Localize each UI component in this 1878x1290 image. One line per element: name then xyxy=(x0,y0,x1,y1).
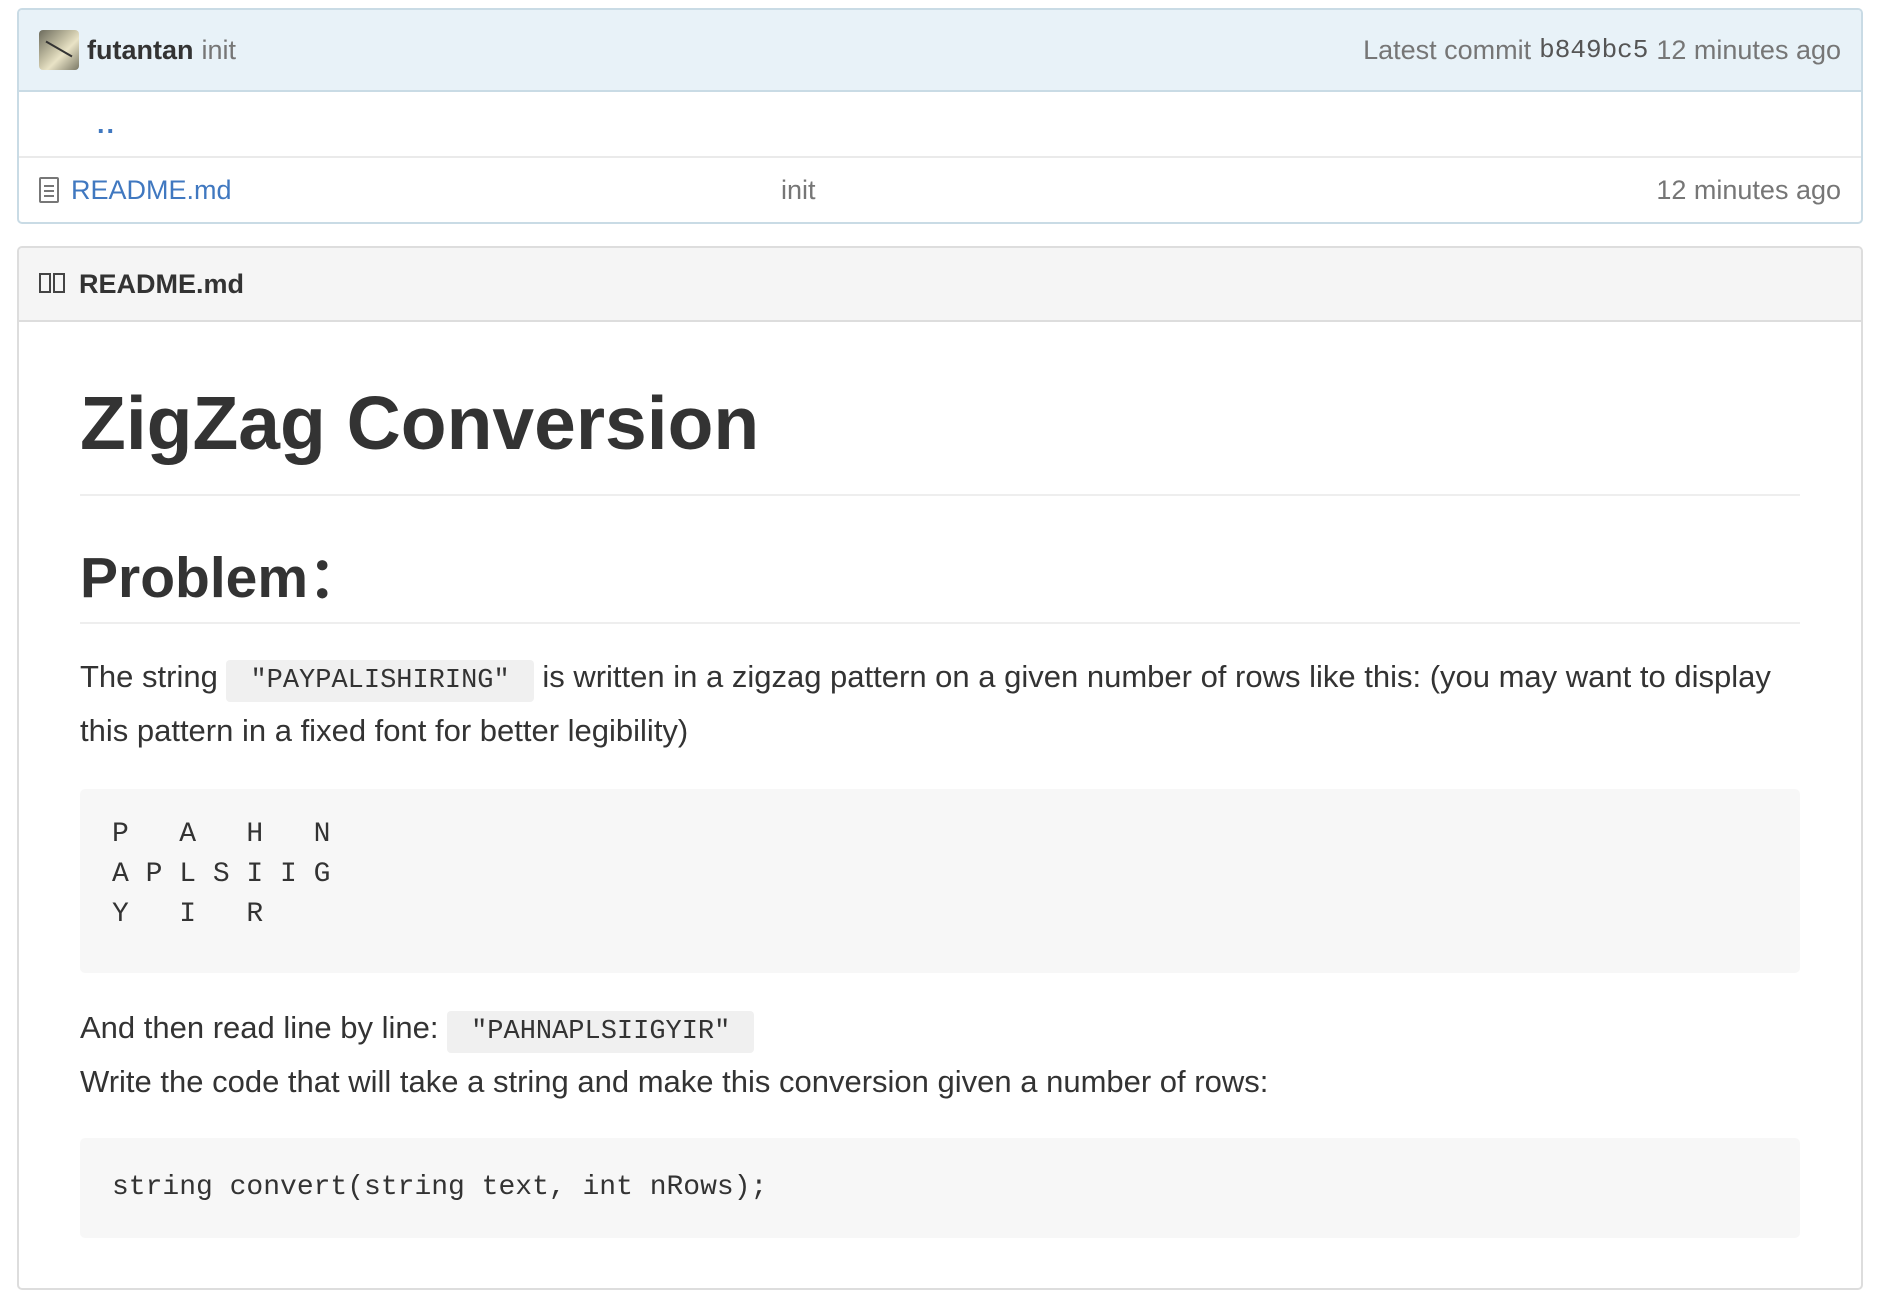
read-text-before: And then read line by line: xyxy=(80,1010,448,1045)
intro-paragraph: The string "PAYPALISHIRING" is written i… xyxy=(80,652,1800,755)
file-icon xyxy=(39,177,59,203)
problem-heading: Problem： xyxy=(80,496,1800,624)
inline-code-input: "PAYPALISHIRING" xyxy=(226,660,534,702)
readme-title: ZigZag Conversion xyxy=(80,322,1800,496)
commit-sha-link[interactable]: b849bc5 xyxy=(1539,35,1648,65)
readme-filename: README.md xyxy=(79,268,245,299)
function-signature-code-block: string convert(string text, int nRows); xyxy=(80,1138,1800,1238)
intro-text-before: The string xyxy=(80,659,227,694)
write-code-paragraph: Write the code that will take a string a… xyxy=(80,1064,1269,1099)
parent-directory-link[interactable]: .. xyxy=(97,109,116,140)
zigzag-pattern-code-block: P A H N A P L S I I G Y I R xyxy=(80,789,1800,973)
readme-header: README.md xyxy=(19,248,1861,322)
read-line-paragraph: And then read line by line: "PAHNAPLSIIG… xyxy=(80,1003,1800,1057)
book-icon xyxy=(39,273,67,295)
file-name-link[interactable]: README.md xyxy=(71,175,781,206)
commit-author-link[interactable]: futantan xyxy=(87,35,193,66)
readme-panel: README.md ZigZag Conversion Problem： The… xyxy=(17,246,1863,1290)
file-commit-message-link[interactable]: init xyxy=(781,175,816,206)
latest-commit-label: Latest commit xyxy=(1363,34,1532,65)
parent-directory-row: .. xyxy=(19,92,1861,158)
readme-content: ZigZag Conversion Problem： The string "P… xyxy=(19,322,1861,1238)
file-listing: futantan init Latest commit b849bc5 12 m… xyxy=(17,8,1863,224)
latest-commit-bar: futantan init Latest commit b849bc5 12 m… xyxy=(19,10,1861,92)
file-row: README.md init 12 minutes ago xyxy=(19,158,1861,222)
file-commit-time: 12 minutes ago xyxy=(1656,174,1841,205)
author-avatar[interactable] xyxy=(39,30,79,70)
inline-code-output: "PAHNAPLSIIGYIR" xyxy=(447,1011,755,1053)
commit-time: 12 minutes ago xyxy=(1656,34,1841,65)
commit-message-link[interactable]: init xyxy=(201,35,236,66)
